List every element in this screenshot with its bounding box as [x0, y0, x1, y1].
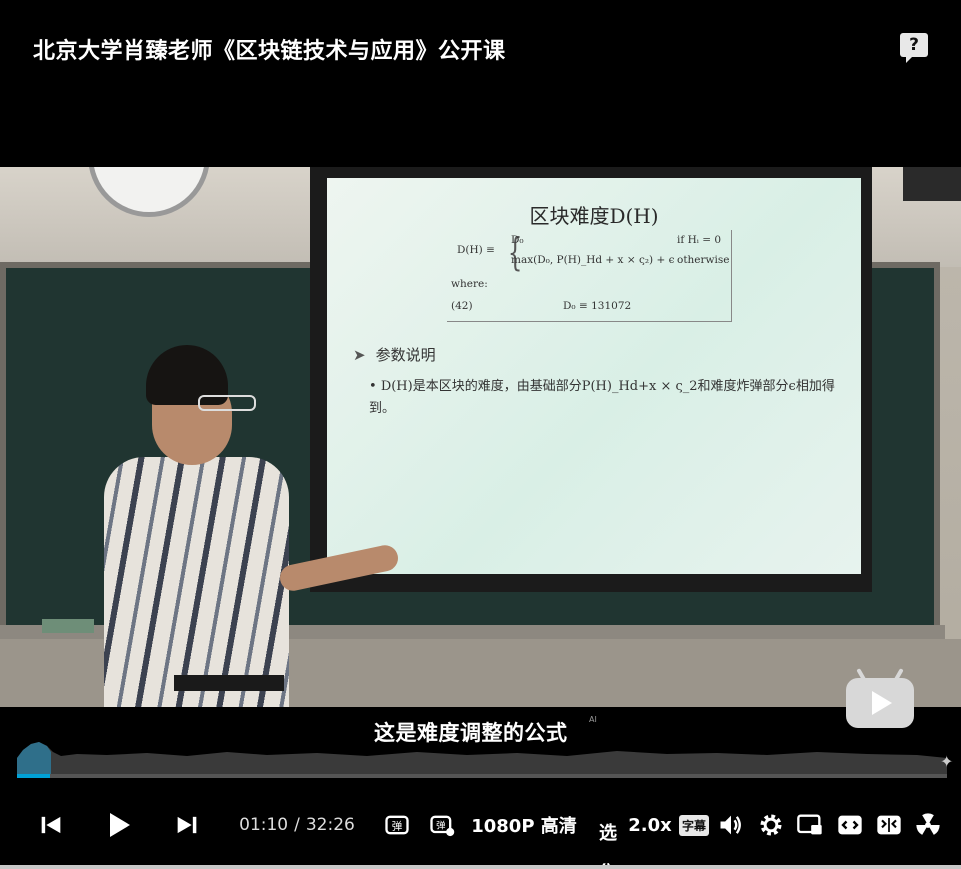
bilibili-logo-icon [846, 668, 914, 728]
subtitle-toggle-label: 字幕 [678, 814, 709, 836]
skip-previous-icon [41, 816, 61, 834]
danmaku-settings-icon: 弹 [430, 815, 455, 837]
audio-waveform [17, 742, 947, 774]
lecturer-belt [174, 675, 284, 691]
danmaku-icon: 弹 [385, 815, 409, 835]
time-display: 01:10 / 32:26 [238, 800, 356, 850]
video-title: 北京大学肖臻老师《区块链技术与应用》公开课 [33, 39, 506, 64]
next-button[interactable] [172, 800, 202, 850]
bottom-border [0, 865, 961, 869]
wall-frame [903, 167, 961, 201]
danmaku-settings-button[interactable]: 弹 [427, 800, 457, 850]
progress-fill [17, 774, 51, 778]
formula-case-2-condition: otherwise [677, 254, 730, 266]
help-button[interactable]: ? [900, 33, 928, 63]
speed-selector[interactable]: 2.0x [628, 800, 672, 850]
progress-track[interactable] [17, 774, 947, 778]
episode-select-button[interactable]: 选集 [597, 814, 619, 869]
play-button[interactable] [100, 800, 136, 850]
total-duration: 32:26 [305, 815, 355, 835]
progress-bar[interactable] [17, 738, 947, 780]
seek-handle-icon[interactable]: ✦ [940, 752, 953, 771]
logo-play-icon [872, 691, 892, 715]
lecturer [104, 345, 401, 707]
lecturer-glasses [198, 395, 256, 411]
time-separator: / [294, 815, 300, 835]
formula-lhs: D(H) ≡ [457, 244, 495, 256]
bullet-item: • D(H)是本区块的难度，由基础部分P(H)_Hd+x × ς_2和难度炸弹部… [369, 379, 835, 416]
equation-number: (42) [451, 300, 473, 312]
play-icon [110, 813, 130, 837]
volume-button[interactable] [716, 800, 746, 850]
svg-text:弹: 弹 [392, 820, 403, 833]
web-fullscreen-button[interactable] [834, 800, 866, 850]
d0-definition: D₀ ≡ 131072 [563, 300, 632, 312]
gear-icon [760, 814, 782, 836]
radiation-icon [916, 813, 940, 835]
fullscreen-button[interactable] [873, 800, 905, 850]
video-frame[interactable]: 4 5 区块难度D(H) D(H) ≡ { D₀ if Hᵢ = 0 max(D… [0, 167, 961, 707]
ai-subtitle-badge: AI [589, 715, 597, 724]
formula-where: where: [451, 278, 488, 290]
picture-in-picture-button[interactable] [794, 800, 826, 850]
volume-icon [720, 815, 741, 835]
formula-case-1-condition: if Hᵢ = 0 [677, 234, 722, 246]
control-bar: 01:10 / 32:26 弹 弹 1080P 高清 2.0x 字幕 [0, 800, 961, 850]
fullscreen-icon [877, 815, 901, 835]
title-bar: 北京大学肖臻老师《区块链技术与应用》公开课 ? [0, 0, 961, 167]
lecturer-shirt [104, 457, 289, 707]
settings-button[interactable] [756, 800, 786, 850]
bullet-text: D(H)是本区块的难度，由基础部分P(H)_Hd+x × ς_2和难度炸弹部分ϵ… [369, 379, 835, 416]
slide-title: 区块难度D(H) [529, 204, 659, 228]
picture-in-picture-icon [797, 814, 822, 835]
section-heading: ➤ 参数说明 [353, 344, 436, 365]
presentation-slide: 区块难度D(H) D(H) ≡ { D₀ if Hᵢ = 0 max(D₀, P… [327, 178, 861, 574]
formula-case-1: D₀ [511, 234, 524, 246]
formula-block: D(H) ≡ { D₀ if Hᵢ = 0 max(D₀, P(H)_Hd + … [447, 230, 732, 322]
svg-text:弹: 弹 [436, 820, 445, 832]
section-label: 参数说明 [375, 346, 436, 364]
danmaku-toggle-button[interactable]: 弹 [382, 800, 412, 850]
current-time: 01:10 [239, 815, 289, 835]
radiation-button[interactable] [912, 800, 944, 850]
arrow-bullet-icon: ➤ [353, 346, 366, 364]
quality-selector[interactable]: 1080P 高清 [470, 800, 578, 850]
previous-button[interactable] [36, 800, 66, 850]
web-fullscreen-icon [838, 815, 862, 835]
formula-case-2: max(D₀, P(H)_Hd + x × ς₂) + ϵ [511, 254, 675, 266]
clock-number: 5 [167, 167, 173, 169]
subtitle-toggle-button[interactable]: 字幕 [676, 800, 712, 850]
eraser [42, 619, 94, 633]
skip-next-icon [177, 816, 197, 834]
